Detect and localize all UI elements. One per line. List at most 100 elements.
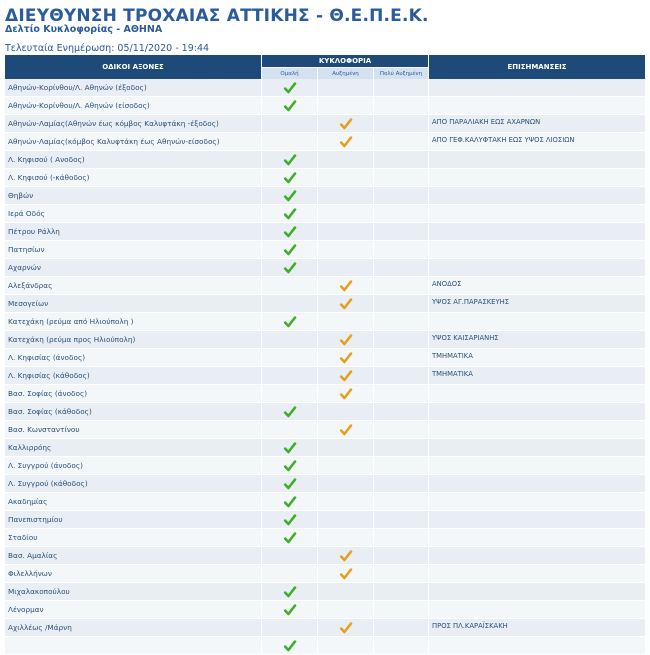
road-name: Λ. Κηφισού ( Ανοδος) [5,151,261,168]
cell-very-increased [374,313,428,330]
cell-normal [262,115,317,132]
cell-increased [318,205,373,222]
cell-very-increased [374,385,428,402]
note-text [429,583,645,600]
cell-normal [262,583,317,600]
note-text [429,313,645,330]
road-name [5,637,261,654]
table-row [5,637,645,655]
cell-very-increased [374,97,428,114]
cell-increased [318,295,373,312]
cell-very-increased [374,457,428,474]
note-text [429,223,645,240]
cell-normal [262,151,317,168]
table-row: Λ. Συγγρού (άνοδος) [5,457,645,475]
green-check-icon [283,315,296,327]
note-text [429,637,645,654]
table-row: Πανεπιστημίου [5,511,645,529]
orange-check-icon [339,333,352,345]
cell-increased [318,403,373,420]
green-check-icon [283,189,296,201]
green-check-icon [283,495,296,507]
cell-very-increased [374,169,428,186]
note-text: ΠΡΟΣ ΠΛ.ΚΑΡΑΪΣΚΑΚΗ [429,619,645,636]
note-text: ΑΠΟ ΠΑΡΑΛΙΑΚΗ ΕΩΣ ΑΧΑΡΝΩΝ [429,115,645,132]
table-row: Λ. Συγγρού (κάθοδος) [5,475,645,493]
road-name: Βασ. Κωνσταντίνου [5,421,261,438]
green-check-icon [283,225,296,237]
green-check-icon [283,531,296,543]
cell-very-increased [374,547,428,564]
cell-normal [262,565,317,582]
table-row: Λ. Κηφισίας (άνοδος) ΤΜΗΜΑΤΙΚΑ [5,349,645,367]
table-row: Αθηνών-Λαμίας(κόμβος Καλυφτάκη έως Αθηνώ… [5,133,645,151]
cell-normal [262,475,317,492]
road-name: Βασ. Αμαλίας [5,547,261,564]
cell-normal [262,205,317,222]
header-very-increased: Πολύ Αυξημένη [374,68,428,79]
cell-very-increased [374,493,428,510]
road-name: Σταδίου [5,529,261,546]
table-header: ΟΔΙΚΟΙ ΑΞΟΝΕΣ ΚΥΚΛΟΦΟΡΙΑ Ομαλή Αυξημένη … [5,55,645,79]
traffic-table: ΟΔΙΚΟΙ ΑΞΟΝΕΣ ΚΥΚΛΟΦΟΡΙΑ Ομαλή Αυξημένη … [5,55,645,655]
note-text [429,457,645,474]
road-name: Θηβών [5,187,261,204]
cell-very-increased [374,331,428,348]
road-name: Αχιλλέως /Μάρνη [5,619,261,636]
table-row: Πέτρου Ράλλη [5,223,645,241]
cell-very-increased [374,133,428,150]
road-name: Αθηνών-Κορίνθου/Λ. Αθηνών (έξοδος) [5,79,261,96]
green-check-icon [283,513,296,525]
note-text [429,259,645,276]
road-name: Πατησίων [5,241,261,258]
page-subtitle: Δελτίο Κυκλοφορίας - ΑΘΗΝΑ [5,24,163,35]
table-row: Φιλελλήνων [5,565,645,583]
note-text: ΥΨΟΣ ΚΑΙΣΑΡΙΑΝΗΣ [429,331,645,348]
cell-very-increased [374,349,428,366]
note-text [429,187,645,204]
green-check-icon [283,639,296,651]
road-name: Βασ. Σοφίας (κάθοδος) [5,403,261,420]
note-text: ΤΜΗΜΑΤΙΚΑ [429,367,645,384]
header-traffic: ΚΥΚΛΟΦΟΡΙΑ [262,55,428,67]
table-row: Καλλιρρόης [5,439,645,457]
note-text [429,241,645,258]
note-text: ΤΜΗΜΑΤΙΚΑ [429,349,645,366]
green-check-icon [283,207,296,219]
orange-check-icon [339,549,352,561]
table-row: Λ. Κηφισίας (κάθοδος) ΤΜΗΜΑΤΙΚΑ [5,367,645,385]
cell-increased [318,457,373,474]
cell-normal [262,313,317,330]
table-row: Βασ. Κωνσταντίνου [5,421,645,439]
header-normal: Ομαλή [262,68,317,79]
note-text [429,97,645,114]
table-row: Μιχαλακοπούλου [5,583,645,601]
cell-very-increased [374,151,428,168]
cell-very-increased [374,583,428,600]
table-row: Πατησίων [5,241,645,259]
cell-normal [262,259,317,276]
cell-increased [318,349,373,366]
cell-very-increased [374,601,428,618]
road-name: Καλλιρρόης [5,439,261,456]
cell-increased [318,385,373,402]
cell-increased [318,313,373,330]
road-name: Λένορμαν [5,601,261,618]
road-name: Αθηνών-Κορίνθου/Λ. Αθηνών (είσοδος) [5,97,261,114]
cell-normal [262,403,317,420]
green-check-icon [283,81,296,93]
road-name: Μιχαλακοπούλου [5,583,261,600]
table-row: Θηβών [5,187,645,205]
cell-very-increased [374,619,428,636]
green-check-icon [283,99,296,111]
green-check-icon [283,459,296,471]
note-text [429,205,645,222]
cell-very-increased [374,241,428,258]
page-title: ΔΙΕΥΘΥΝΣΗ ΤΡΟΧΑΙΑΣ ΑΤΤΙΚΗΣ - Θ.Ε.Π.Ε.Κ. [5,6,429,26]
cell-normal [262,241,317,258]
cell-increased [318,547,373,564]
road-name: Πέτρου Ράλλη [5,223,261,240]
note-text [429,439,645,456]
cell-increased [318,529,373,546]
table-row: Κατεχάκη (ρεύμα προς Ηλιούπολη) ΥΨΟΣ ΚΑΙΣ… [5,331,645,349]
